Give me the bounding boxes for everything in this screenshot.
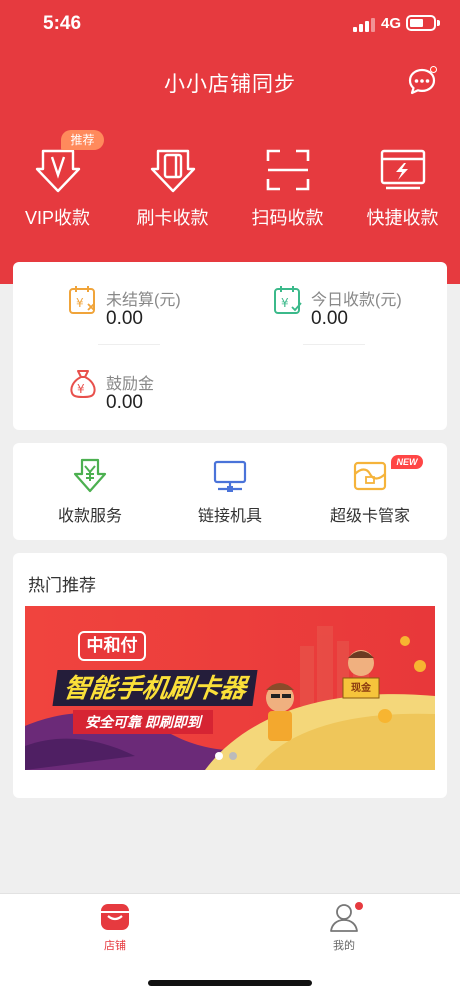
quick-pay-icon	[380, 149, 425, 190]
link-device-button[interactable]: 链接机具	[165, 458, 295, 526]
svg-text:¥: ¥	[76, 296, 84, 310]
card-swipe-pay-button[interactable]: 刷卡收款	[115, 145, 230, 235]
network-label: 4G	[381, 15, 402, 32]
carousel-indicator[interactable]	[215, 747, 243, 765]
notification-dot	[355, 902, 363, 910]
carousel-dot-active[interactable]	[215, 752, 223, 760]
quick-pay-label: 快捷收款	[366, 208, 439, 228]
super-card-manager-label: 超级卡管家	[329, 508, 410, 525]
today-income-value: 0.00	[311, 308, 348, 329]
unread-dot	[430, 66, 437, 73]
promo-banner[interactable]: 中和付 智能手机刷卡器 安全可靠 即刷即到 现金	[25, 606, 435, 770]
bonus-value: 0.00	[106, 392, 143, 413]
payment-service-button[interactable]: 收款服务	[25, 458, 155, 526]
bonus-label: 鼓励金	[106, 376, 155, 393]
card-swipe-icon	[150, 149, 195, 193]
status-bar: 5:46 4G	[0, 0, 460, 50]
banner-slogan: 安全可靠 即刷即到	[73, 710, 213, 734]
status-time: 5:46	[43, 13, 82, 34]
quick-pay-button[interactable]: 快捷收款	[345, 145, 460, 235]
cash-sign: 现金	[351, 683, 371, 694]
scan-frame-icon	[266, 149, 309, 191]
tab-store[interactable]: 店铺	[65, 902, 165, 953]
vip-download-icon	[35, 149, 80, 193]
home-indicator	[148, 980, 312, 986]
tab-mine[interactable]: 我的	[294, 902, 394, 953]
monitor-link-icon	[213, 460, 247, 492]
tab-store-label: 店铺	[104, 940, 126, 952]
svg-text:¥: ¥	[281, 296, 289, 310]
chat-bubble-icon[interactable]	[406, 66, 438, 98]
payment-service-label: 收款服务	[57, 508, 122, 525]
link-device-label: 链接机具	[197, 508, 262, 525]
hot-recommend-card: 热门推荐 中和付 智能手机刷卡器 安全可靠 即刷即到 现金	[13, 553, 447, 798]
recommend-badge: 推荐	[61, 130, 104, 150]
divider	[303, 344, 365, 345]
services-card: 收款服务 链接机具 超级卡管家 NEW	[13, 443, 447, 540]
today-income-label: 今日收款(元)	[311, 292, 402, 309]
tab-mine-label: 我的	[333, 940, 355, 952]
carousel-dot[interactable]	[229, 752, 237, 760]
battery-icon	[406, 15, 440, 31]
brand-logo: 中和付	[78, 631, 146, 661]
card-swipe-pay-label: 刷卡收款	[136, 208, 209, 228]
signal-icon	[353, 18, 375, 32]
section-title: 热门推荐	[28, 576, 96, 595]
divider	[98, 344, 160, 345]
yen-arrow-icon	[73, 458, 107, 493]
unsettled-label: 未结算(元)	[106, 292, 181, 309]
unsettled-value: 0.00	[106, 308, 143, 329]
page-title: 小小店铺同步	[164, 73, 296, 96]
new-badge: NEW	[391, 455, 423, 469]
scan-pay-label: 扫码收款	[251, 208, 324, 228]
store-icon	[101, 904, 129, 930]
money-bag-icon: ¥	[70, 370, 96, 399]
banner-headline: 智能手机刷卡器	[52, 670, 258, 706]
balance-card: ¥ 未结算(元) 0.00 ¥ 今日收款(元) 0.00 ¥ 鼓励金 0.00	[13, 262, 447, 430]
scan-pay-button[interactable]: 扫码收款	[230, 145, 345, 235]
vip-pay-label: VIP收款	[24, 208, 90, 228]
card-wallet-icon	[353, 461, 387, 491]
svg-text:¥: ¥	[77, 382, 85, 396]
calendar-yen-check-icon: ¥	[274, 286, 302, 314]
calendar-yen-x-icon: ¥	[69, 286, 95, 314]
vip-pay-button[interactable]: VIP收款	[0, 145, 115, 235]
app-screen: 5:46 4G 小小店铺同步 VIP收款 推荐 刷卡收款 扫码收款 快捷收款 ¥…	[0, 0, 460, 996]
